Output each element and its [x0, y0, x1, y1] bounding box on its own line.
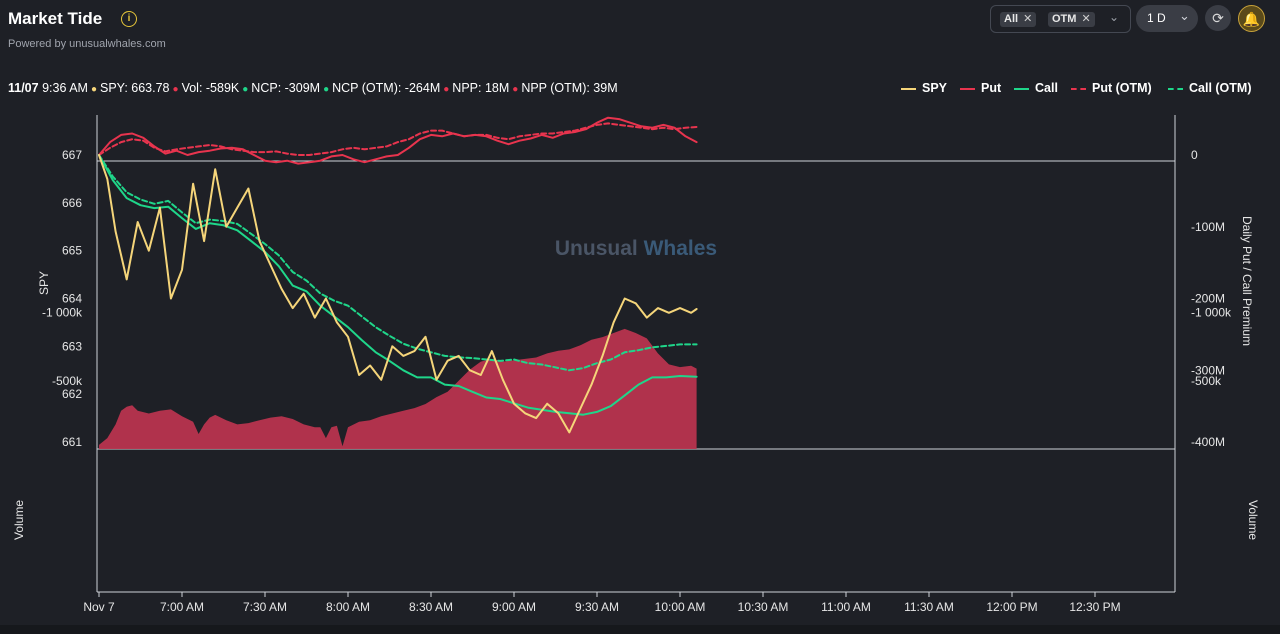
- y-left-tick-label: 666: [62, 196, 82, 210]
- y-left-tick-label: 662: [62, 387, 82, 401]
- x-tick-label: 8:30 AM: [409, 600, 453, 614]
- y-left-axis-label: SPY: [37, 271, 51, 295]
- x-tick-label: 7:30 AM: [243, 600, 287, 614]
- series-line-put: [98, 116, 698, 165]
- y-left-tick-label: 665: [62, 244, 82, 258]
- volume-left-axis-label: Volume: [12, 500, 26, 540]
- y-right-tick-label: -200M: [1191, 292, 1225, 306]
- x-tick-label: 11:30 AM: [904, 600, 954, 614]
- x-tick-label: 10:00 AM: [655, 600, 706, 614]
- volume-right-tick-label: -1 000k: [1191, 306, 1232, 320]
- watermark-part1: Unusual: [555, 237, 638, 260]
- x-tick-label: 9:30 AM: [575, 600, 619, 614]
- x-tick-label: 7:00 AM: [160, 600, 204, 614]
- y-right-axis-label: Daily Put / Call Premium: [1240, 216, 1254, 346]
- x-tick-label: 8:00 AM: [326, 600, 370, 614]
- y-right-tick-label: -400M: [1191, 435, 1225, 449]
- volume-left-tick-label: -1 000k: [42, 306, 83, 320]
- y-left-tick-label: 667: [62, 148, 82, 162]
- x-tick-label: 12:30 PM: [1069, 600, 1120, 614]
- bottom-bar: [0, 625, 1280, 634]
- x-tick-label: Nov 7: [83, 600, 115, 614]
- x-tick-label: 9:00 AM: [492, 600, 536, 614]
- y-left-tick-label: 661: [62, 435, 82, 449]
- x-tick-label: 11:00 AM: [821, 600, 871, 614]
- market-tide-chart[interactable]: Unusual Whales 661 662 663 664 665 666 667 0 -10…: [0, 0, 1280, 634]
- watermark: Unusual Whales: [555, 237, 717, 260]
- watermark-part2: Whales: [644, 237, 718, 260]
- series-line-put-otm: [98, 122, 698, 156]
- volume-left-tick-label: -500k: [52, 374, 83, 388]
- y-right-tick-label: -100M: [1191, 220, 1225, 234]
- market-tide-panel: Market Tide i Powered by unusualwhales.c…: [0, 0, 1280, 634]
- volume-area: [99, 328, 697, 449]
- volume-right-axis-label: Volume: [1246, 500, 1260, 540]
- y-left-tick-label: 664: [62, 291, 82, 305]
- x-tick-label: 10:30 AM: [738, 600, 789, 614]
- volume-right-tick-label: -500k: [1191, 374, 1222, 388]
- y-left-tick-label: 663: [62, 339, 82, 353]
- y-right-tick-label: 0: [1191, 148, 1198, 162]
- x-tick-label: 12:00 PM: [986, 600, 1037, 614]
